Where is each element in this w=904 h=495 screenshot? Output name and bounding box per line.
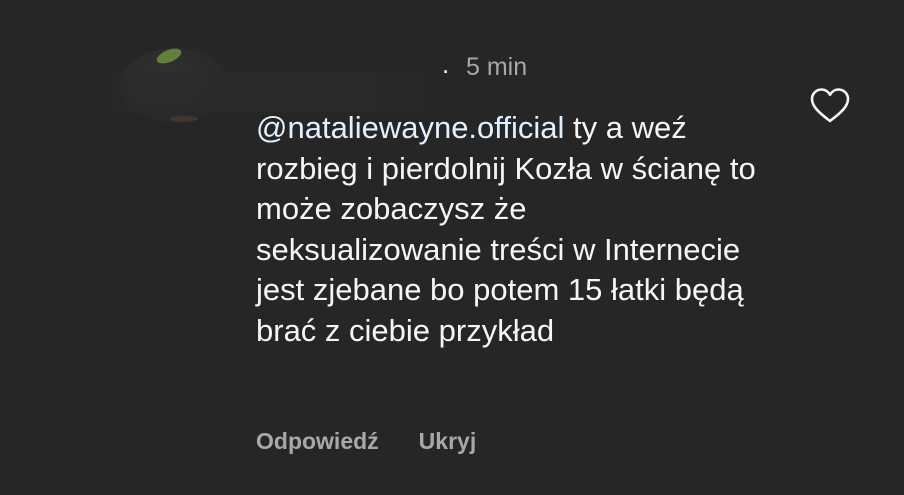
avatar-image-detail	[170, 116, 198, 122]
comment-item: . 5 min @nataliewayne.official ty a weź …	[0, 0, 904, 495]
comment-timestamp: 5 min	[466, 53, 528, 81]
like-button[interactable]	[808, 86, 852, 126]
comment-text: @nataliewayne.official ty a weź rozbieg …	[256, 108, 756, 351]
hide-button[interactable]: Ukryj	[419, 426, 477, 456]
mention-link[interactable]: @nataliewayne.official	[256, 110, 564, 145]
comment-body: ty a weź rozbieg i pierdolnij Kozła w śc…	[256, 110, 756, 348]
username-redacted	[92, 72, 442, 112]
comment-actions: Odpowiedź Ukryj	[256, 426, 476, 456]
avatar-image-detail	[154, 48, 184, 67]
separator-dot: .	[442, 49, 450, 79]
reply-button[interactable]: Odpowiedź	[256, 426, 379, 456]
heart-outline-icon	[810, 88, 850, 123]
